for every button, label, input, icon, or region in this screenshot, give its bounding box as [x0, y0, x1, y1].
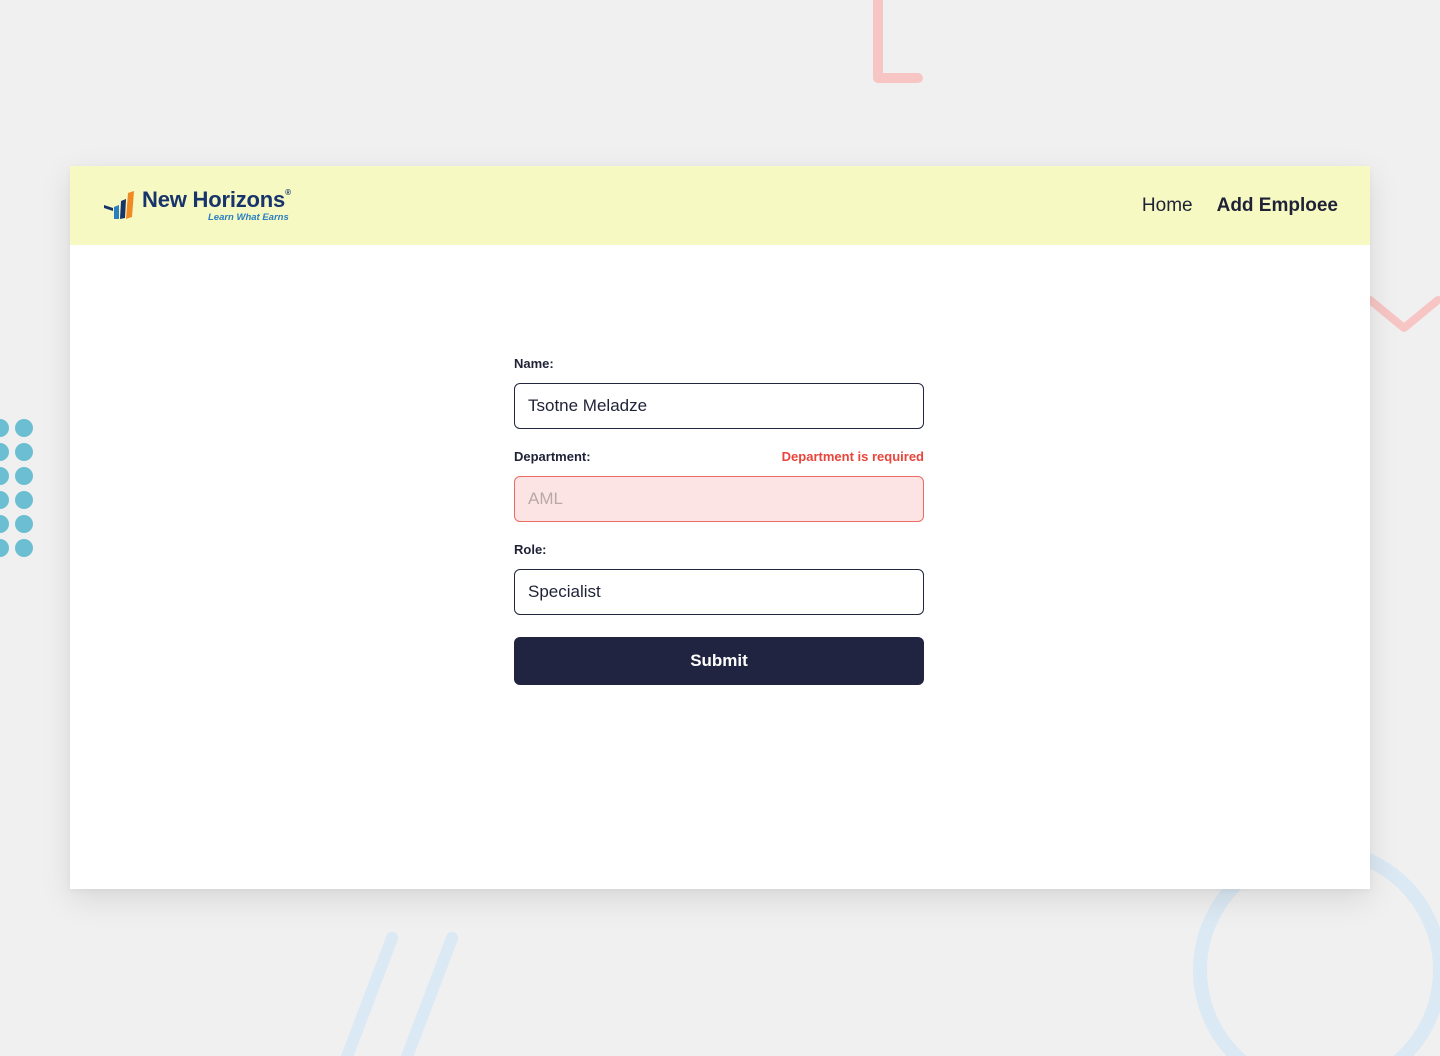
- decorative-dot-grid: [0, 419, 33, 557]
- brand-logo[interactable]: New Horizons® Learn What Earns: [104, 186, 291, 223]
- brand-tagline: Learn What Earns: [207, 211, 289, 223]
- page-background: New Horizons® Learn What Earns Home Add …: [0, 0, 1440, 1056]
- brand-name: New Horizons®: [142, 186, 291, 212]
- department-error-message: Department is required: [781, 449, 924, 464]
- nav-link-add-employee[interactable]: Add Emploee: [1217, 195, 1338, 217]
- name-input[interactable]: [514, 383, 924, 429]
- role-label: Role:: [514, 542, 547, 557]
- department-field-group: Department: Department is required: [514, 449, 924, 522]
- submit-button[interactable]: Submit: [514, 637, 924, 685]
- role-input[interactable]: [514, 569, 924, 615]
- name-label: Name:: [514, 356, 554, 371]
- add-employee-form: Name: Department: Department is required…: [514, 356, 924, 685]
- trademark-symbol: ®: [285, 187, 291, 197]
- navbar: New Horizons® Learn What Earns Home Add …: [70, 166, 1370, 245]
- main-nav: Home Add Emploee: [1142, 195, 1338, 217]
- role-field-group: Role:: [514, 542, 924, 615]
- decorative-slashes: [340, 932, 458, 1056]
- decorative-l-shape: [873, 0, 923, 83]
- nav-link-home[interactable]: Home: [1142, 195, 1193, 217]
- decorative-zigzag-shape: [1368, 296, 1440, 332]
- department-label: Department:: [514, 449, 591, 464]
- app-window: New Horizons® Learn What Earns Home Add …: [70, 166, 1370, 889]
- new-horizons-logo-icon: [104, 190, 134, 219]
- name-field-group: Name:: [514, 356, 924, 429]
- department-input[interactable]: [514, 476, 924, 522]
